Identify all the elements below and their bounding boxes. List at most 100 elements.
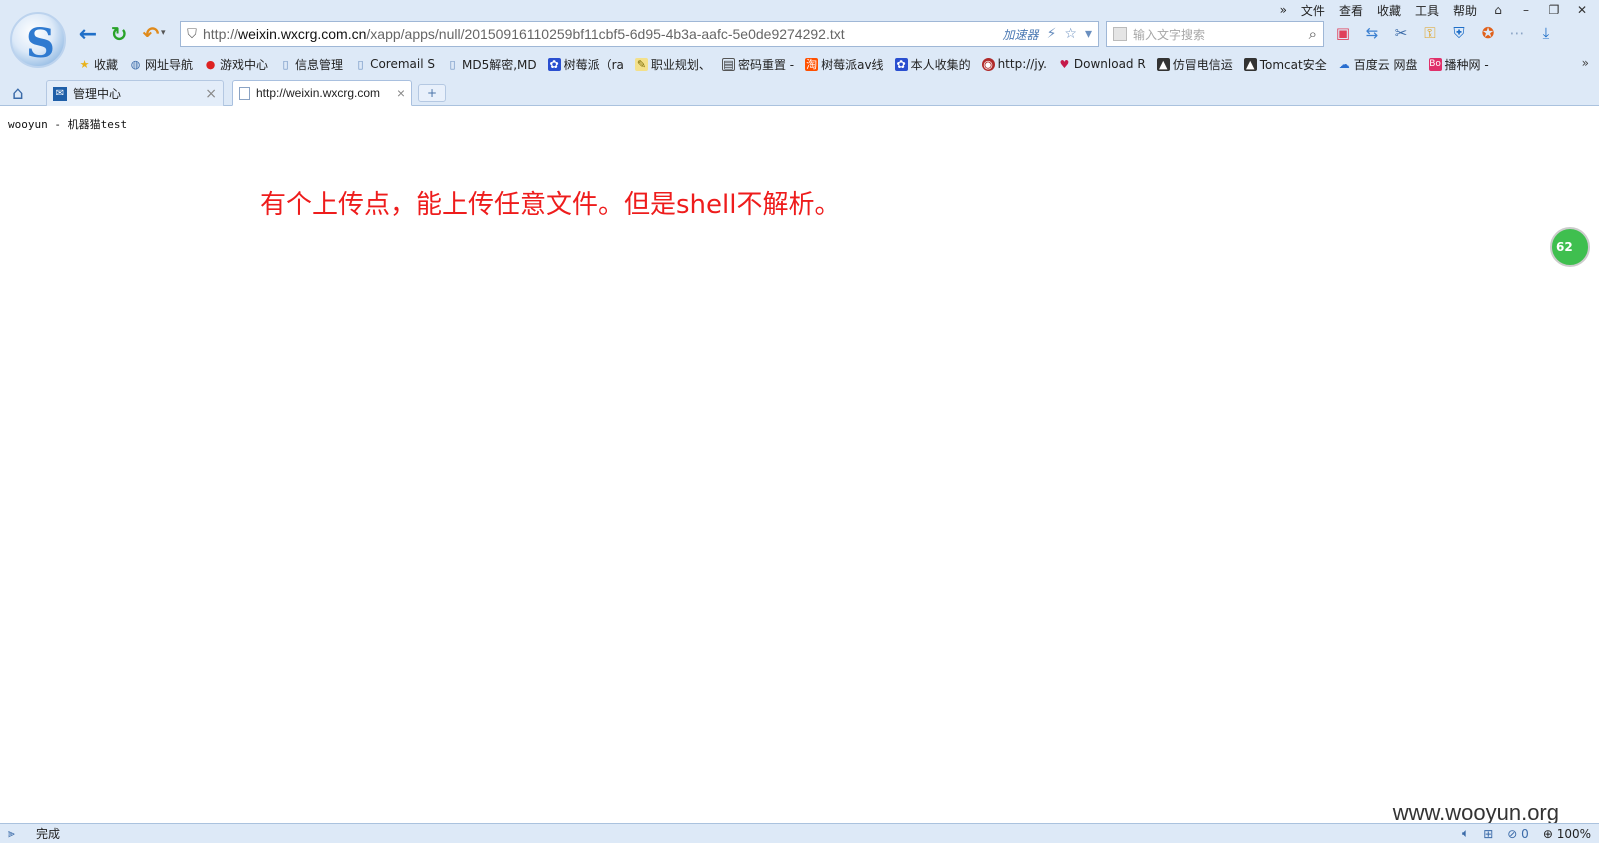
screenshot-icon[interactable]: ▣ — [1334, 24, 1352, 42]
bookmark-item[interactable]: ★ 收藏 — [78, 56, 118, 73]
tab-active-page[interactable]: http://weixin.wxcrg.com × — [232, 80, 412, 106]
menu-expand-icon[interactable]: » — [1280, 3, 1287, 17]
security-shield-icon[interactable]: ⛉ — [181, 27, 203, 42]
tab-label: http://weixin.wxcrg.com — [256, 86, 381, 100]
bookmark-label: Coremail S — [370, 57, 435, 71]
floating-badge[interactable]: 62 — [1550, 227, 1590, 267]
bookmark-item[interactable]: Bo 播种网 - — [1428, 56, 1489, 73]
search-input[interactable]: 输入文字搜索 — [1133, 26, 1309, 43]
bookmark-item[interactable]: ♥ Download R — [1058, 57, 1146, 71]
bookmark-label: 本人收集的 — [910, 57, 971, 72]
sidebar-toggle-icon[interactable]: ⫸ — [8, 826, 30, 841]
sogou-browser-logo[interactable]: S — [10, 12, 66, 68]
taobao-icon: 淘 — [805, 57, 819, 71]
url-path: /xapp/apps/null/20150916110259bf11cbf5-6… — [366, 26, 845, 42]
new-tab-button[interactable]: + — [418, 84, 446, 102]
minimize-icon[interactable]: – — [1519, 3, 1533, 17]
scissors-icon[interactable]: ✂ — [1392, 24, 1410, 42]
bookmarks-bar: ★ 收藏 ◍ 网址导航 ● 游戏中心 ▯ 信息管理 ▯ Coremail S ▯ MD5解密… — [78, 54, 1489, 74]
screenshot-status-icon[interactable]: ⊞ — [1483, 827, 1493, 841]
bookmark-label: 播种网 - — [1444, 57, 1489, 72]
bookmark-label: Tomcat安全 — [1259, 57, 1327, 72]
red-annotation-text: 有个上传点，能上传任意文件。但是shell不解析。 — [260, 190, 841, 220]
bookmark-label: 网址导航 — [145, 57, 194, 72]
address-bar[interactable]: ⛉ http://weixin.wxcrg.com.cn/xapp/apps/n… — [180, 21, 1099, 47]
volume-icon[interactable]: 🔈︎ — [1462, 826, 1469, 841]
bookmark-item[interactable]: ◍ 网址导航 — [129, 56, 193, 73]
bookmark-item[interactable]: ▲ Tomcat安全 — [1243, 56, 1327, 73]
game-extension-icon[interactable]: ✪ — [1479, 24, 1497, 42]
accelerator-button[interactable]: 加速器 — [1003, 26, 1039, 43]
bookmark-label: 仿冒电信运 — [1172, 57, 1233, 72]
address-dropdown-icon[interactable]: ▾ — [1085, 26, 1092, 42]
tab-admin-center[interactable]: ✉ 管理中心 × — [46, 80, 224, 106]
bookmark-item[interactable]: 淘树莓派av线 — [805, 56, 884, 73]
page-icon — [239, 86, 250, 100]
url-text[interactable]: http://weixin.wxcrg.com.cn/xapp/apps/nul… — [203, 26, 1003, 42]
skin-icon[interactable]: ⌂ — [1491, 3, 1505, 17]
bookmark-item[interactable]: ◉ http://jy. — [981, 57, 1047, 71]
bookmark-label: 职业规划、 — [650, 57, 711, 72]
tab-bar: ⌂ ✉ 管理中心 × http://weixin.wxcrg.com × + — [0, 80, 1599, 106]
more-extensions-icon[interactable]: ⋯ — [1508, 24, 1526, 42]
bookmark-item[interactable]: ☁ 百度云 网盘 — [1338, 56, 1418, 73]
bookmark-label: MD5解密,MD — [461, 57, 537, 72]
page-text-line: wooyun - 机器猫test — [8, 118, 128, 131]
lightning-icon[interactable]: ⚡ — [1047, 26, 1057, 42]
status-text: 完成 — [36, 827, 61, 841]
extension-toolbar: ▣ ⇆ ✂ ⚿ ⛨ ✪ ⋯ ⤓ — [1334, 24, 1555, 42]
bookmark-item[interactable]: ▯ MD5解密,MD — [446, 56, 537, 73]
bookmark-label: Download R — [1073, 57, 1146, 71]
bookmark-item[interactable]: ▤ 密码重置 - — [721, 56, 794, 73]
url-scheme: http:// — [203, 26, 239, 42]
bookmark-label: 信息管理 — [295, 57, 344, 72]
sync-icon[interactable]: ⇆ — [1363, 24, 1381, 42]
close-window-icon[interactable]: ✕ — [1575, 3, 1589, 17]
menu-bar: » 文件 查看 收藏 工具 帮助 ⌂ – ❐ ✕ — [1280, 1, 1589, 19]
search-engine-icon[interactable] — [1113, 27, 1127, 41]
close-tab-icon[interactable]: × — [205, 86, 217, 102]
download-icon[interactable]: ⤓ — [1537, 24, 1555, 42]
shield-icon[interactable]: ⛨ — [1450, 24, 1468, 42]
bookmark-label: 树莓派av线 — [821, 57, 884, 72]
raspberry-icon: ♥ — [1059, 57, 1070, 71]
refresh-button[interactable]: ↻ — [107, 22, 131, 46]
home-icon[interactable]: ⌂ — [12, 83, 23, 104]
menu-view[interactable]: 查看 — [1339, 2, 1363, 19]
zoom-value: 100% — [1556, 826, 1591, 841]
bookmark-label: http://jy. — [997, 57, 1047, 71]
undo-icon: ↶ — [142, 22, 160, 46]
key-icon[interactable]: ⚿ — [1421, 24, 1439, 42]
back-button[interactable]: ← — [76, 22, 100, 47]
page-icon: ▯ — [282, 57, 289, 71]
block-counter[interactable]: ⊘ 0 — [1507, 827, 1529, 841]
bookmark-item[interactable]: ✿ 本人收集的 — [894, 56, 971, 73]
bookmark-item[interactable]: ✎ 职业规划、 — [634, 56, 711, 73]
restore-icon[interactable]: ❐ — [1547, 3, 1561, 17]
menu-favorites[interactable]: 收藏 — [1377, 2, 1401, 19]
bookmarks-more-icon[interactable]: » — [1582, 56, 1589, 70]
close-tab-icon[interactable]: × — [397, 85, 405, 101]
search-box[interactable]: 输入文字搜索 ⌕ — [1106, 21, 1324, 47]
cloud-icon: ☁ — [1338, 57, 1350, 71]
bookmark-item[interactable]: ▯ 信息管理 — [279, 56, 344, 73]
menu-file[interactable]: 文件 — [1301, 2, 1325, 19]
page-icon: ▯ — [449, 57, 456, 71]
bookmark-label: 游戏中心 — [220, 57, 269, 72]
search-icon[interactable]: ⌕ — [1309, 25, 1317, 43]
bookmark-item[interactable]: ✿ 树莓派（ra — [547, 56, 624, 73]
bookmark-label: 收藏 — [94, 57, 119, 72]
url-host: weixin.wxcrg.com.cn — [238, 26, 367, 42]
chevron-down-icon[interactable]: ▾ — [161, 28, 166, 38]
refresh-icon: ↻ — [110, 22, 128, 46]
menu-tools[interactable]: 工具 — [1415, 2, 1439, 19]
zoom-control[interactable]: ⊕ 100% — [1543, 827, 1591, 841]
bookmark-item[interactable]: ▯ Coremail S — [354, 57, 435, 71]
bookmark-item[interactable]: ▲ 仿冒电信运 — [1156, 56, 1233, 73]
bookmark-item[interactable]: ● 游戏中心 — [204, 56, 268, 73]
undo-close-button[interactable]: ↶ — [139, 22, 163, 46]
menu-help[interactable]: 帮助 — [1453, 2, 1477, 19]
star-icon[interactable]: ☆ — [1064, 26, 1077, 42]
browser-chrome: S » 文件 查看 收藏 工具 帮助 ⌂ – ❐ ✕ ← ↻ ↶ ▾ ⛉ htt… — [0, 0, 1599, 106]
globe-icon: ◍ — [130, 57, 141, 71]
